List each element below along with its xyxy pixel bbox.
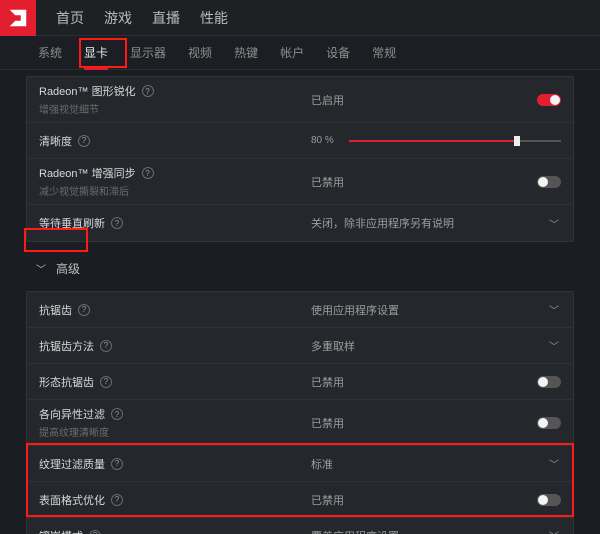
help-icon[interactable]: ? [111, 494, 123, 506]
row-tex-quality: 纹理过滤质量 ? 标准 ﹀ [27, 446, 573, 482]
help-icon[interactable]: ? [142, 85, 154, 97]
content-area: Radeon™ 图形锐化 ? 增强视觉细节 已启用 清晰度 ? 80 % [0, 70, 600, 534]
subtab-system[interactable]: 系统 [38, 44, 62, 69]
value-aa-method: 多重取样 [311, 338, 537, 354]
help-icon[interactable]: ? [89, 530, 101, 534]
title-bar: 首页 游戏 直播 性能 [0, 0, 600, 36]
section-header-advanced[interactable]: ﹀ 高级 [0, 252, 600, 285]
value-sharpness: 80 % [311, 135, 341, 146]
panel-advanced: 抗锯齿 ? 使用应用程序设置 ﹀ 抗锯齿方法 ? 多重取样 ﹀ 形态抗锯齿 ? [26, 291, 574, 534]
value-af: 已禁用 [311, 415, 527, 431]
help-icon[interactable]: ? [111, 458, 123, 470]
subtab-bar: 系统 显卡 显示器 视频 热键 帐户 设备 常规 [0, 36, 600, 70]
top-nav: 首页 游戏 直播 性能 [56, 8, 228, 28]
chevron-down-icon: ﹀ [36, 261, 46, 276]
subtab-display[interactable]: 显示器 [130, 44, 166, 69]
label-surface-opt: 表面格式优化 [39, 492, 105, 508]
toggle-enhanced-sync[interactable] [537, 176, 561, 188]
toggle-morph-aa[interactable] [537, 376, 561, 388]
value-enhanced-sync: 已禁用 [311, 174, 527, 190]
toggle-surface-opt[interactable] [537, 494, 561, 506]
help-icon[interactable]: ? [78, 304, 90, 316]
label-enhanced-sync: Radeon™ 增强同步 [39, 165, 136, 181]
help-icon[interactable]: ? [111, 408, 123, 420]
nav-performance[interactable]: 性能 [200, 8, 228, 28]
subtab-devices[interactable]: 设备 [326, 44, 350, 69]
label-image-sharpening: Radeon™ 图形锐化 [39, 83, 136, 99]
label-wait-vsync: 等待垂直刷新 [39, 215, 105, 231]
label-tess-mode: 镶嵌模式 [39, 528, 83, 534]
row-enhanced-sync: Radeon™ 增强同步 ? 减少视觉撕裂和滞后 已禁用 [27, 159, 573, 205]
nav-games[interactable]: 游戏 [104, 8, 132, 28]
help-icon[interactable]: ? [100, 376, 112, 388]
value-surface-opt: 已禁用 [311, 492, 527, 508]
toggle-af[interactable] [537, 417, 561, 429]
subtab-hotkeys[interactable]: 热键 [234, 44, 258, 69]
subtab-account[interactable]: 帐户 [280, 44, 304, 69]
row-aa-method: 抗锯齿方法 ? 多重取样 ﹀ [27, 328, 573, 364]
row-aa: 抗锯齿 ? 使用应用程序设置 ﹀ [27, 292, 573, 328]
row-sharpness: 清晰度 ? 80 % [27, 123, 573, 159]
subtab-general[interactable]: 常规 [372, 44, 396, 69]
label-aa-method: 抗锯齿方法 [39, 338, 94, 354]
value-tex-quality: 标准 [311, 456, 537, 472]
value-tess-mode: 覆盖应用程序设置 [311, 528, 537, 534]
row-image-sharpening: Radeon™ 图形锐化 ? 增强视觉细节 已启用 [27, 77, 573, 123]
label-sharpness: 清晰度 [39, 133, 72, 149]
subtab-gpu[interactable]: 显卡 [84, 44, 108, 69]
row-morph-aa: 形态抗锯齿 ? 已禁用 [27, 364, 573, 400]
help-icon[interactable]: ? [142, 167, 154, 179]
help-icon[interactable]: ? [100, 340, 112, 352]
help-icon[interactable]: ? [78, 135, 90, 147]
row-af: 各向异性过滤 ? 提高纹理清晰度 已禁用 [27, 400, 573, 446]
label-morph-aa: 形态抗锯齿 [39, 374, 94, 390]
row-tess-mode: 镶嵌模式 ? 覆盖应用程序设置 ﹀ [27, 518, 573, 534]
value-morph-aa: 已禁用 [311, 374, 527, 390]
nav-live[interactable]: 直播 [152, 8, 180, 28]
chevron-down-icon[interactable]: ﹀ [547, 302, 561, 317]
chevron-down-icon[interactable]: ﹀ [547, 528, 561, 534]
value-aa: 使用应用程序设置 [311, 302, 537, 318]
help-icon[interactable]: ? [111, 217, 123, 229]
row-wait-vsync: 等待垂直刷新 ? 关闭，除非应用程序另有说明 ﹀ [27, 205, 573, 241]
sublabel-image-sharpening: 增强视觉细节 [39, 101, 311, 116]
chevron-down-icon[interactable]: ﹀ [547, 456, 561, 471]
amd-logo [0, 0, 36, 36]
label-tex-quality: 纹理过滤质量 [39, 456, 105, 472]
value-image-sharpening: 已启用 [311, 92, 527, 108]
section-label-advanced: 高级 [56, 260, 80, 277]
value-wait-vsync: 关闭，除非应用程序另有说明 [311, 215, 537, 231]
chevron-down-icon[interactable]: ﹀ [547, 216, 561, 231]
amd-logo-icon [7, 7, 29, 29]
label-aa: 抗锯齿 [39, 302, 72, 318]
nav-home[interactable]: 首页 [56, 8, 84, 28]
panel-basic: Radeon™ 图形锐化 ? 增强视觉细节 已启用 清晰度 ? 80 % [26, 76, 574, 242]
slider-sharpness[interactable] [349, 134, 561, 148]
subtab-video[interactable]: 视频 [188, 44, 212, 69]
sublabel-af: 提高纹理清晰度 [39, 424, 311, 439]
row-surface-opt: 表面格式优化 ? 已禁用 [27, 482, 573, 518]
sublabel-enhanced-sync: 减少视觉撕裂和滞后 [39, 183, 311, 198]
toggle-image-sharpening[interactable] [537, 94, 561, 106]
label-af: 各向异性过滤 [39, 406, 105, 422]
chevron-down-icon[interactable]: ﹀ [547, 338, 561, 353]
